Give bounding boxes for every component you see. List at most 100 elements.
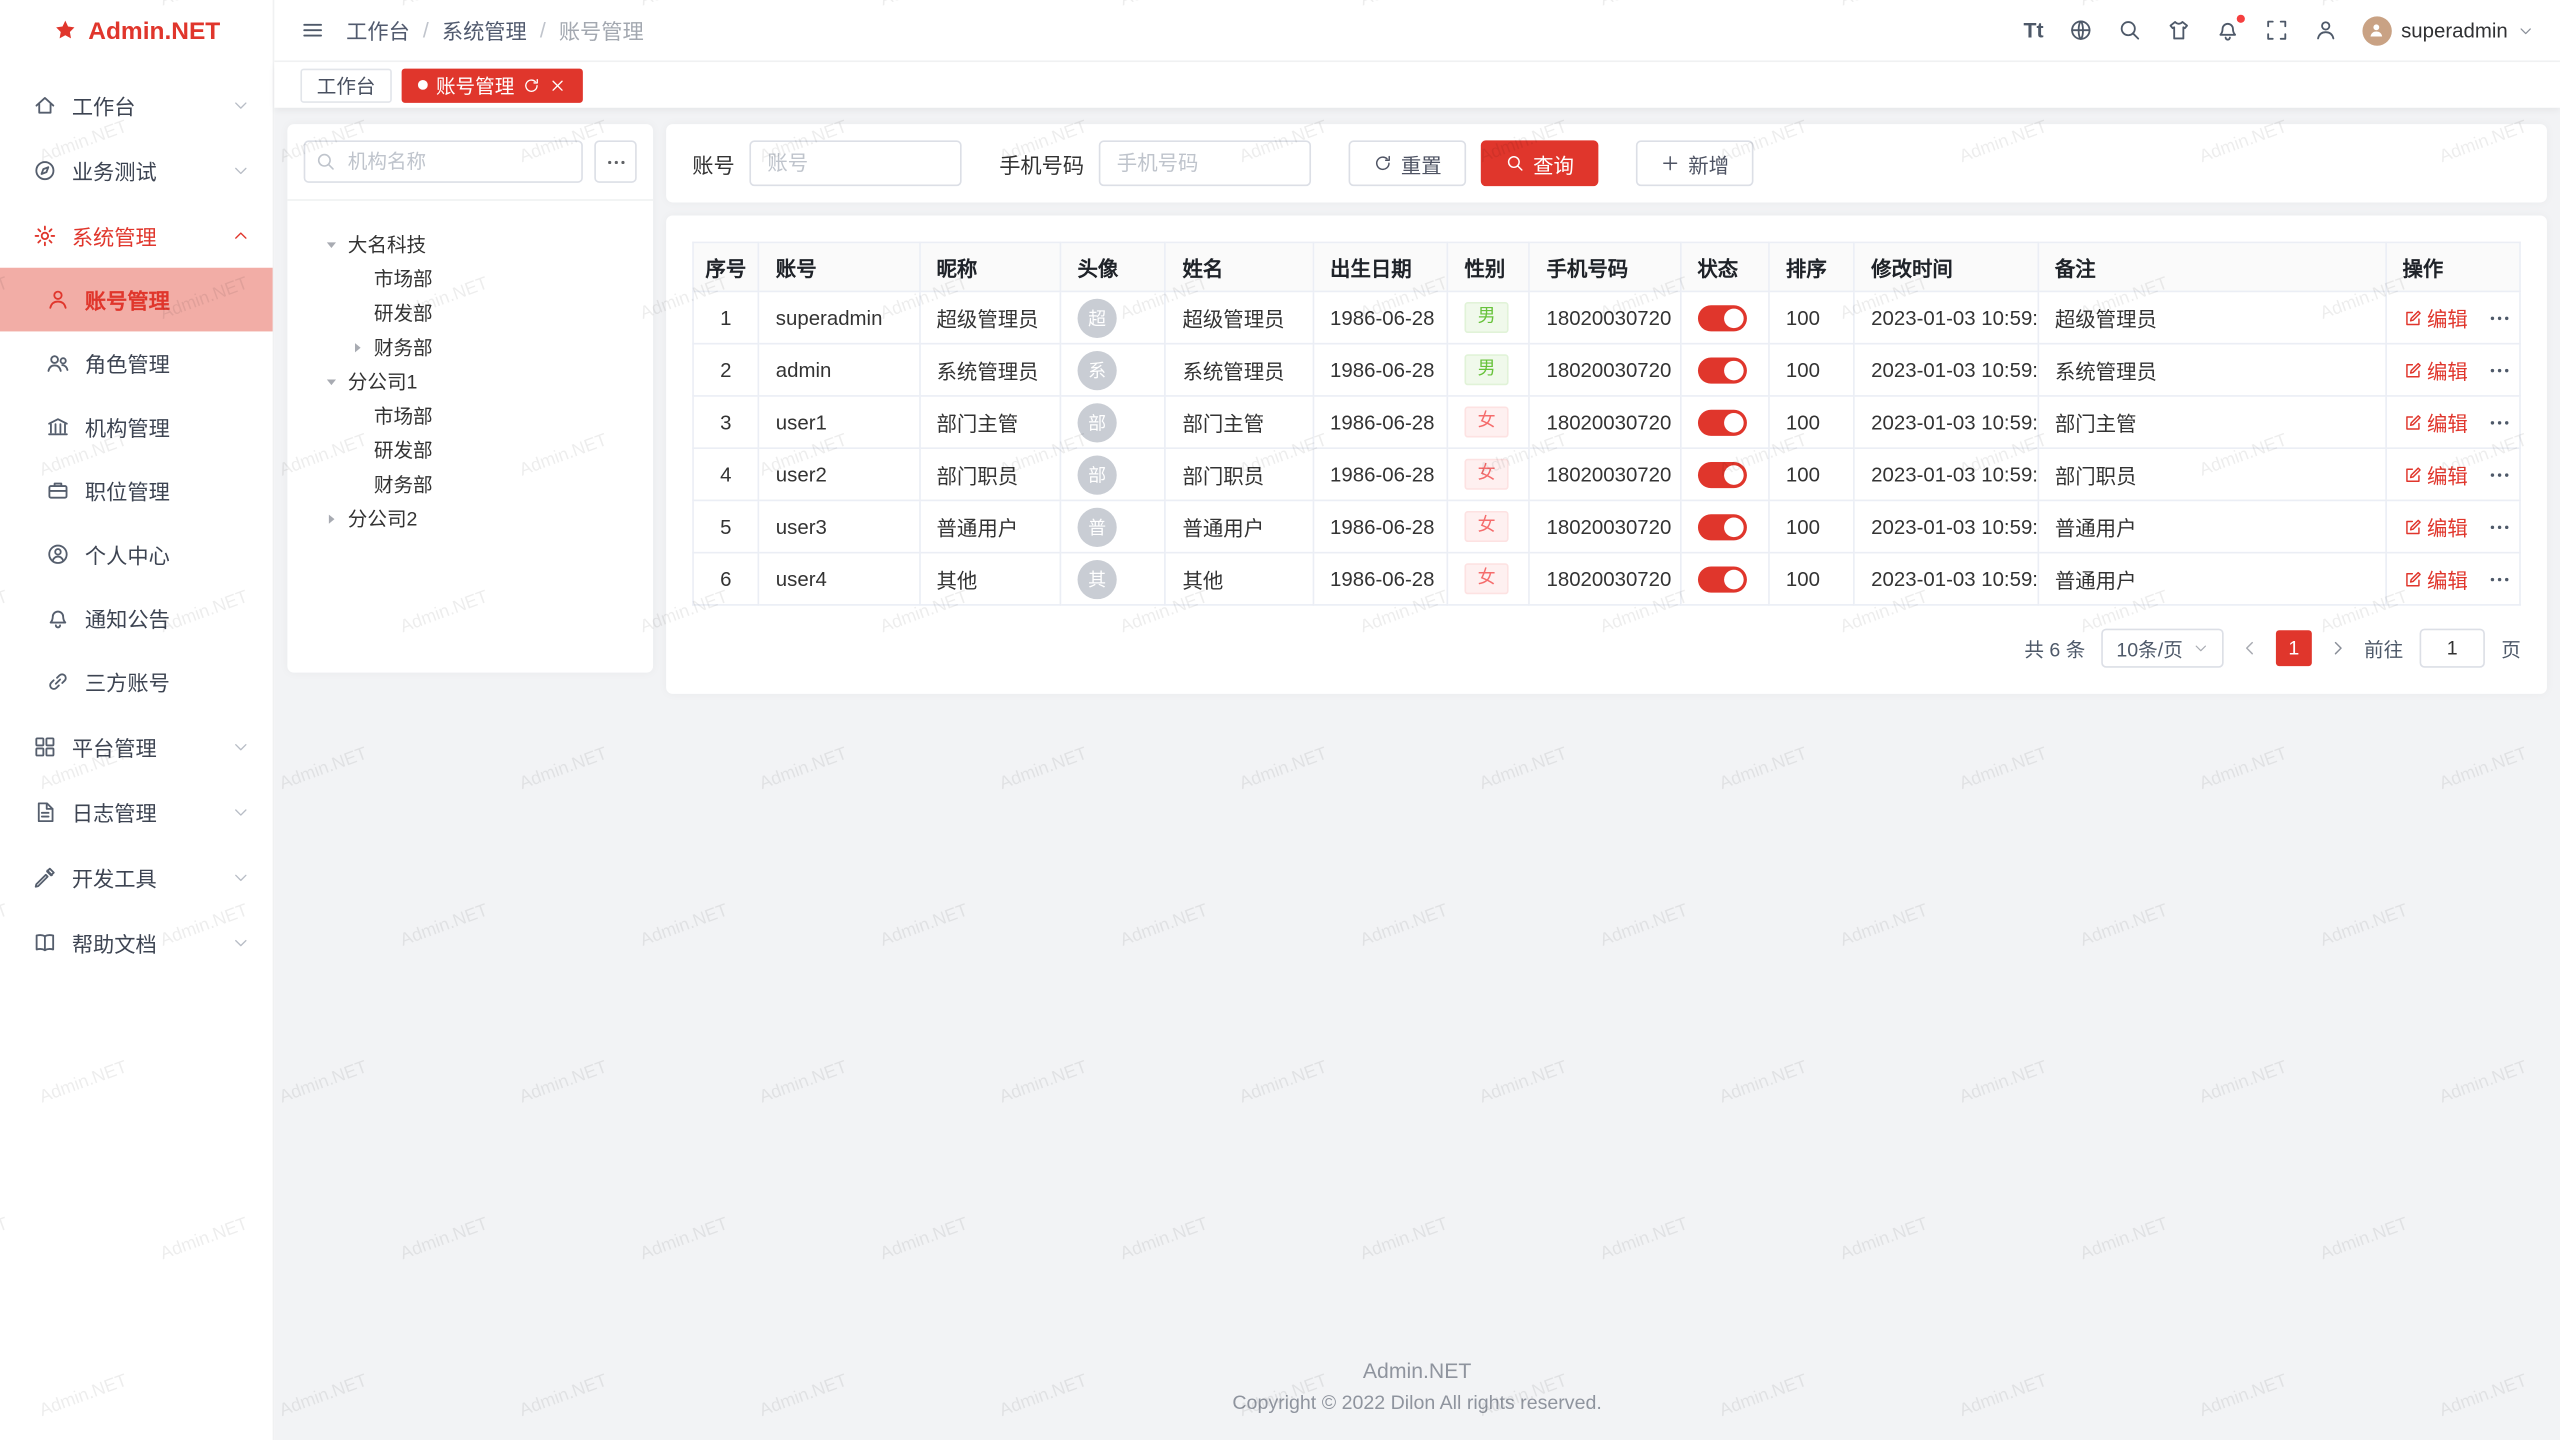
tree-more-button[interactable] — [594, 140, 636, 182]
sidebar-item-label: 帮助文档 — [72, 927, 157, 958]
status-toggle[interactable] — [1697, 304, 1746, 330]
row-more-button[interactable] — [2487, 567, 2510, 590]
row-more-button[interactable] — [2487, 358, 2510, 381]
header-font-size-button[interactable]: Tt — [2023, 18, 2043, 42]
sidebar-subitem[interactable]: 个人中心 — [0, 522, 273, 586]
prev-page-button[interactable] — [2240, 638, 2260, 658]
header-theme-button[interactable] — [2166, 18, 2190, 42]
sidebar-subitem[interactable]: 角色管理 — [0, 331, 273, 395]
tab-close-icon[interactable] — [549, 76, 567, 94]
page-size-select[interactable]: 10条/页 — [2102, 629, 2224, 668]
cell-gender: 女 — [1447, 396, 1529, 448]
user-menu[interactable]: superadmin — [2362, 16, 2534, 45]
cell-nickname: 部门主管 — [919, 396, 1060, 448]
edit-button[interactable]: 编辑 — [2402, 459, 2467, 490]
page-root: Admin.NETAdmin.NETAdmin.NETAdmin.NETAdmi… — [0, 0, 2560, 1440]
org-search-input[interactable] — [304, 140, 583, 182]
breadcrumb-item[interactable]: 系统管理 — [442, 15, 527, 46]
sidebar-item[interactable]: 系统管理 — [0, 202, 273, 267]
breadcrumb: 工作台/系统管理/账号管理 — [346, 15, 644, 46]
cell-name: 超级管理员 — [1165, 291, 1313, 343]
status-toggle[interactable] — [1697, 513, 1746, 539]
caret-right-icon[interactable] — [346, 339, 369, 355]
tab[interactable]: 工作台 — [300, 68, 391, 102]
tree-node[interactable]: 财务部 — [304, 330, 637, 364]
page-number-button[interactable]: 1 — [2276, 630, 2312, 666]
cell-birthdate: 1986-06-28 — [1313, 553, 1447, 605]
edit-button[interactable]: 编辑 — [2402, 407, 2467, 438]
edit-icon — [2402, 308, 2422, 328]
header-search-button[interactable] — [2117, 18, 2141, 42]
tab-active-dot — [418, 80, 428, 90]
sidebar-subitem[interactable]: 通知公告 — [0, 586, 273, 650]
row-more-button[interactable] — [2487, 306, 2510, 329]
breadcrumb-item[interactable]: 账号管理 — [559, 15, 644, 46]
tab[interactable]: 账号管理 — [402, 68, 583, 102]
header-locale-button[interactable] — [2068, 18, 2092, 42]
add-button[interactable]: 新增 — [1636, 140, 1754, 186]
row-more-button[interactable] — [2487, 411, 2510, 434]
account-input[interactable] — [749, 140, 961, 186]
tree-node[interactable]: 大名科技 — [304, 227, 637, 261]
search-button[interactable]: 查询 — [1481, 140, 1599, 186]
tree-node[interactable]: 市场部 — [304, 398, 637, 432]
tree-node[interactable]: 研发部 — [304, 433, 637, 467]
tree-node[interactable]: 研发部 — [304, 296, 637, 330]
edit-button[interactable]: 编辑 — [2402, 511, 2467, 542]
sidebar-item[interactable]: 开发工具 — [0, 844, 273, 909]
reset-button[interactable]: 重置 — [1349, 140, 1467, 186]
cell-index: 4 — [693, 448, 759, 500]
sidebar-item[interactable]: 工作台 — [0, 72, 273, 137]
status-toggle[interactable] — [1697, 357, 1746, 383]
caret-down-icon[interactable] — [320, 236, 343, 252]
sidebar-item[interactable]: 平台管理 — [0, 713, 273, 778]
brand-logo[interactable]: Admin.NET — [0, 0, 273, 62]
sidebar-item[interactable]: 日志管理 — [0, 779, 273, 844]
edit-button[interactable]: 编辑 — [2402, 354, 2467, 385]
goto-page-input[interactable] — [2420, 629, 2485, 668]
header-notification-button[interactable] — [2215, 18, 2239, 42]
column-header: 操作 — [2385, 242, 2520, 291]
gender-badge: 男 — [1465, 354, 1509, 385]
edit-button[interactable]: 编辑 — [2402, 302, 2467, 333]
row-more-button[interactable] — [2487, 463, 2510, 486]
tab-refresh-icon[interactable] — [522, 76, 540, 94]
brand-name: Admin.NET — [88, 17, 220, 45]
cell-avatar: 普 — [1060, 500, 1165, 552]
header-fullscreen-button[interactable] — [2264, 18, 2288, 42]
status-toggle[interactable] — [1697, 566, 1746, 592]
cell-index: 3 — [693, 396, 759, 448]
status-toggle[interactable] — [1697, 409, 1746, 435]
chevron-left-icon — [2240, 638, 2260, 658]
sidebar-subitem[interactable]: 机构管理 — [0, 395, 273, 459]
sidebar-subitem[interactable]: 账号管理 — [0, 268, 273, 332]
sidebar-item[interactable]: 业务测试 — [0, 137, 273, 202]
chevron-down-icon — [2518, 22, 2534, 38]
caret-down-icon[interactable] — [320, 373, 343, 389]
post-icon — [46, 478, 70, 502]
cell-actions: 编辑 — [2385, 291, 2520, 343]
test-icon — [33, 158, 57, 182]
row-more-button[interactable] — [2487, 515, 2510, 538]
fullscreen-icon — [2264, 18, 2288, 42]
cell-birthdate: 1986-06-28 — [1313, 396, 1447, 448]
edit-icon — [2402, 517, 2422, 537]
tree-node[interactable]: 分公司1 — [304, 364, 637, 398]
column-header: 账号 — [759, 242, 920, 291]
sidebar-subitem[interactable]: 职位管理 — [0, 459, 273, 523]
header-profile-button[interactable] — [2313, 18, 2337, 42]
caret-right-icon[interactable] — [320, 510, 343, 526]
next-page-button[interactable] — [2328, 638, 2348, 658]
tree-node[interactable]: 市场部 — [304, 261, 637, 295]
sidebar-collapse-button[interactable] — [300, 18, 324, 42]
edit-button[interactable]: 编辑 — [2402, 563, 2467, 594]
cell-nickname: 超级管理员 — [919, 291, 1060, 343]
phone-input[interactable] — [1099, 140, 1311, 186]
tree-node[interactable]: 分公司2 — [304, 501, 637, 535]
cell-status — [1680, 344, 1769, 396]
sidebar-subitem[interactable]: 三方账号 — [0, 650, 273, 714]
sidebar-item[interactable]: 帮助文档 — [0, 909, 273, 974]
breadcrumb-item[interactable]: 工作台 — [346, 15, 410, 46]
tree-node[interactable]: 财务部 — [304, 467, 637, 501]
status-toggle[interactable] — [1697, 461, 1746, 487]
